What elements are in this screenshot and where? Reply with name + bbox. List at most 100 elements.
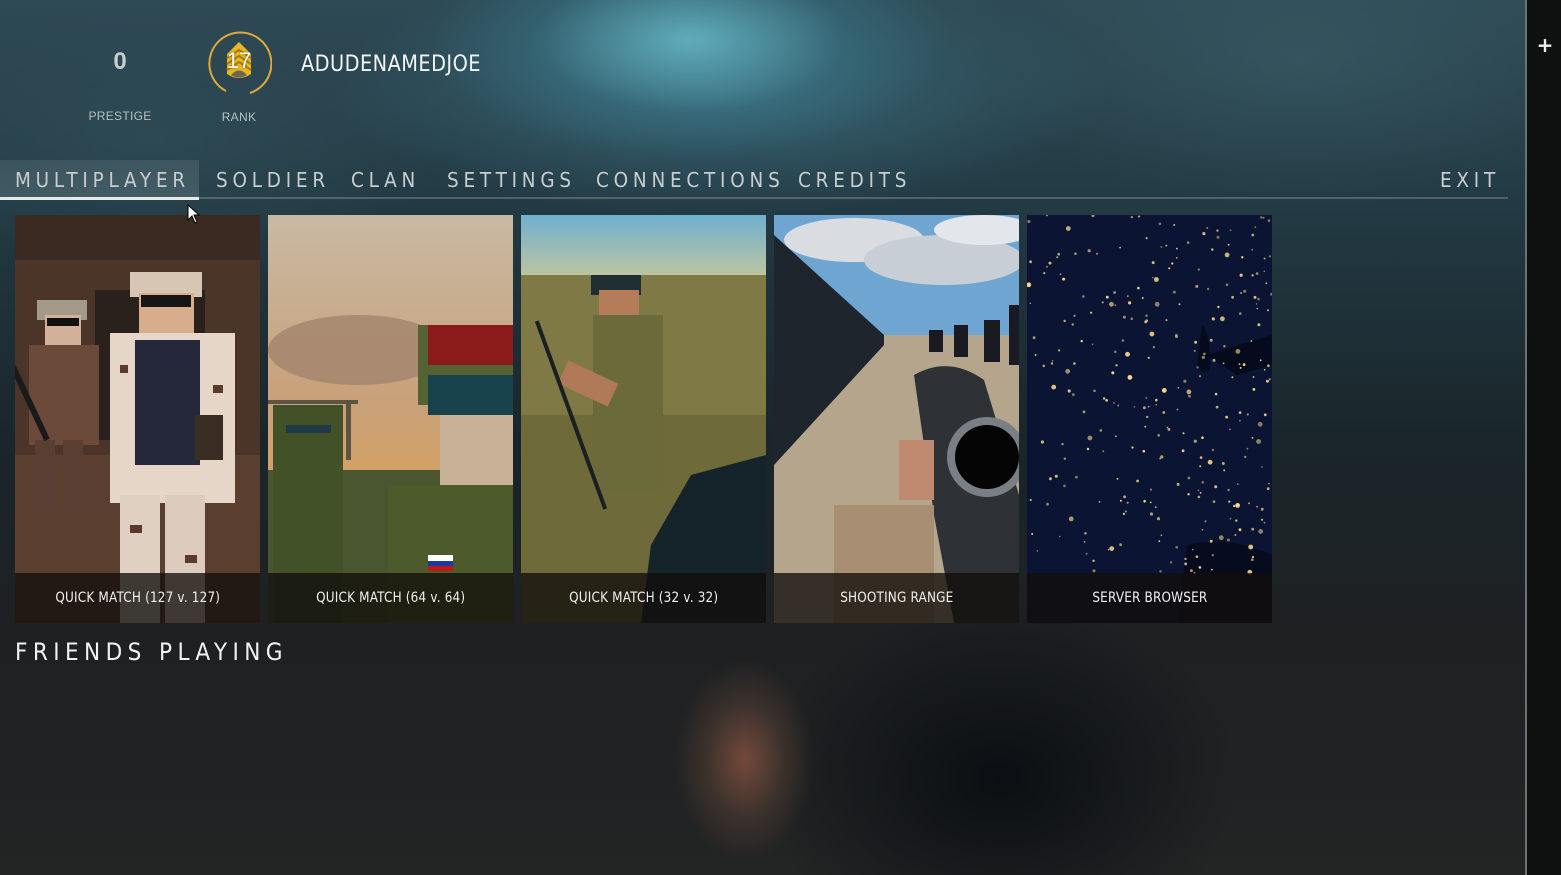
city-light <box>1145 396 1148 399</box>
city-light <box>1239 419 1241 422</box>
city-light <box>1195 284 1199 288</box>
city-light <box>1157 434 1160 437</box>
rank-badge: 17 <box>206 30 272 96</box>
city-light <box>1144 320 1148 324</box>
mode-card-label: SHOOTING RANGE <box>774 573 1019 623</box>
tab-multiplayer[interactable]: MULTIPLAYER <box>15 168 190 192</box>
city-light <box>1199 456 1203 459</box>
city-light <box>1226 538 1230 542</box>
city-light <box>1263 369 1266 371</box>
city-light <box>1251 274 1254 277</box>
city-light <box>1193 439 1197 443</box>
mode-card-quick-match-127[interactable]: QUICK MATCH (127 v. 127) <box>15 215 260 623</box>
city-light <box>1231 376 1234 379</box>
city-light <box>1133 405 1136 408</box>
city-light <box>1113 291 1116 294</box>
city-light <box>1201 528 1204 531</box>
tab-settings[interactable]: SETTINGS <box>447 168 576 192</box>
city-light <box>1165 319 1168 322</box>
mode-card-quick-match-64[interactable]: QUICK MATCH (64 v. 64) <box>268 215 513 623</box>
mode-card-quick-match-32[interactable]: QUICK MATCH (32 v. 32) <box>521 215 766 623</box>
city-light <box>1217 305 1220 309</box>
city-light <box>1235 503 1240 508</box>
city-light <box>1119 246 1121 249</box>
tab-clan[interactable]: CLAN <box>351 168 420 192</box>
city-light <box>1211 568 1213 571</box>
city-light <box>1195 555 1199 558</box>
city-light <box>1062 277 1066 281</box>
city-light <box>1176 408 1179 411</box>
city-light <box>1059 273 1062 276</box>
city-light <box>1251 436 1254 439</box>
city-light <box>1109 301 1114 307</box>
mode-card-shooting-range[interactable]: SHOOTING RANGE <box>774 215 1019 623</box>
city-light <box>1192 548 1194 551</box>
city-light <box>1031 533 1034 535</box>
prestige-label: PRESTIGE <box>88 109 152 123</box>
city-light <box>1257 323 1261 327</box>
prestige-value: 0 <box>113 48 127 75</box>
city-light <box>1211 317 1215 321</box>
city-light <box>1122 512 1125 515</box>
city-light <box>1257 297 1260 301</box>
rank-label: RANK <box>221 110 257 124</box>
city-light <box>1170 561 1173 564</box>
city-light <box>1243 289 1247 293</box>
tab-connections[interactable]: CONNECTIONS <box>596 168 785 192</box>
city-light <box>1057 252 1060 256</box>
city-light <box>1201 481 1205 484</box>
city-light <box>1165 244 1168 247</box>
city-light <box>1063 319 1066 323</box>
city-light <box>1085 552 1088 555</box>
city-light <box>1172 290 1176 294</box>
mode-card-label: QUICK MATCH (64 v. 64) <box>268 573 513 623</box>
city-light <box>1061 442 1064 446</box>
city-light <box>1207 459 1213 465</box>
mode-card-server-browser[interactable]: SERVER BROWSER <box>1027 215 1272 623</box>
city-light <box>1101 301 1104 304</box>
city-light <box>1152 276 1154 279</box>
city-light <box>1027 219 1031 224</box>
city-light <box>1075 475 1078 479</box>
tab-soldier[interactable]: SOLDIER <box>216 168 330 192</box>
city-light <box>1176 482 1180 486</box>
tab-credits[interactable]: CREDITS <box>798 168 911 192</box>
city-light <box>1065 368 1071 374</box>
city-light <box>1267 309 1269 312</box>
city-light <box>1225 415 1228 419</box>
city-light <box>1167 428 1171 431</box>
exit-button[interactable]: EXIT <box>1440 168 1500 192</box>
city-light <box>1242 363 1246 366</box>
city-light <box>1199 492 1202 494</box>
city-light <box>1141 297 1144 299</box>
city-light <box>1267 364 1270 367</box>
city-light <box>1239 312 1242 315</box>
city-light <box>1227 488 1230 492</box>
city-light <box>1194 340 1197 344</box>
city-light <box>1171 262 1174 265</box>
city-light <box>1238 528 1242 532</box>
city-light <box>1184 562 1188 566</box>
city-light <box>1209 539 1213 543</box>
city-light <box>1065 226 1071 231</box>
city-light <box>1029 302 1032 305</box>
mode-card-label: SERVER BROWSER <box>1027 573 1272 623</box>
city-light <box>1144 425 1147 428</box>
plus-icon[interactable]: + <box>1535 34 1555 56</box>
friends-playing-heading: FRIENDS PLAYING <box>15 638 288 666</box>
city-light <box>1256 505 1258 508</box>
city-light <box>1258 529 1264 534</box>
city-light <box>1155 398 1158 402</box>
city-light <box>1209 338 1213 342</box>
city-light <box>1198 566 1202 569</box>
nav-active-underline <box>0 197 199 200</box>
city-light <box>1092 569 1096 573</box>
mouse-cursor-icon <box>187 204 201 224</box>
city-light <box>1253 295 1257 299</box>
nav-divider <box>0 197 1508 199</box>
city-light <box>1260 507 1264 511</box>
city-light <box>1154 301 1160 307</box>
city-light <box>1117 404 1120 407</box>
city-light <box>1067 389 1071 393</box>
city-light <box>1109 546 1115 551</box>
